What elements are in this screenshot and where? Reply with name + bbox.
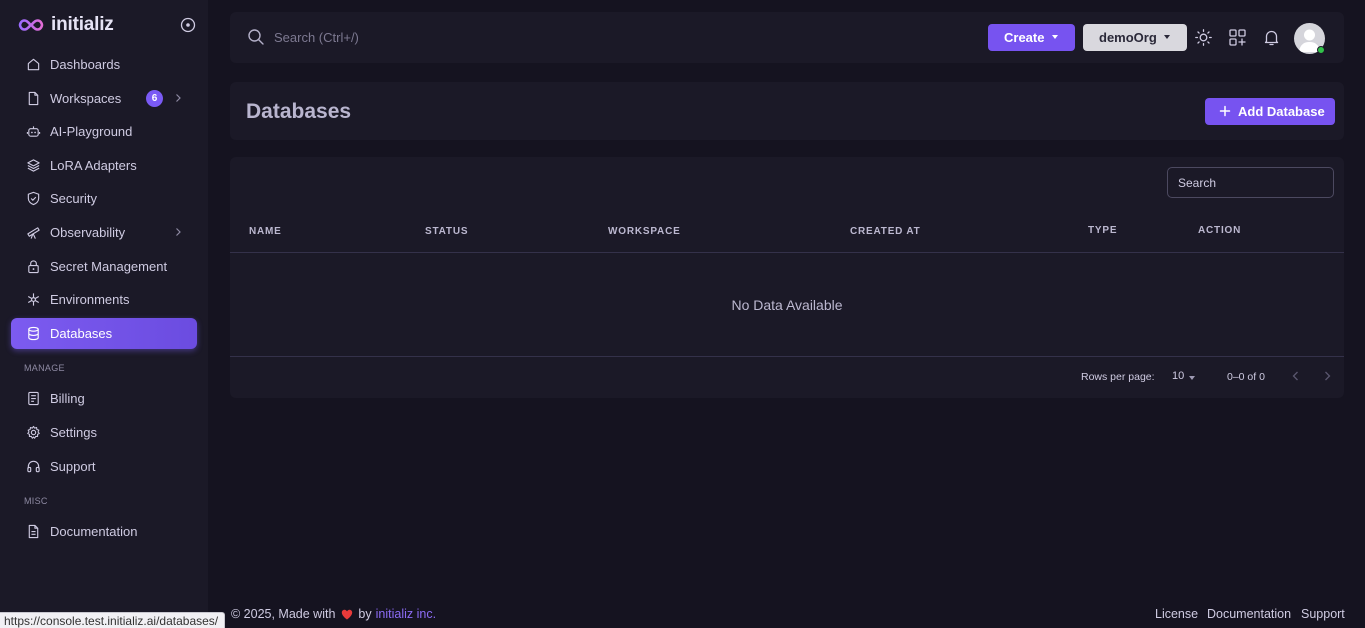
- column-header-status[interactable]: STATUS: [425, 226, 468, 237]
- footer-documentation-link[interactable]: Documentation: [1207, 607, 1291, 621]
- sidebar-item-secret-management[interactable]: Secret Management: [11, 251, 197, 282]
- section-title-misc: MISC: [24, 496, 48, 507]
- lock-icon: [25, 258, 41, 274]
- column-header-action: ACTION: [1198, 225, 1242, 236]
- chevron-right-icon[interactable]: [1321, 370, 1333, 382]
- brand-name: initializ: [51, 14, 114, 35]
- pagination-range: 0–0 of 0: [1227, 371, 1265, 383]
- footer-copyright: © 2025, Made with by initializ inc.: [231, 607, 436, 621]
- sidebar-item-databases[interactable]: Databases: [11, 317, 197, 349]
- page-title: Databases: [246, 100, 352, 123]
- sidebar-item-label: Support: [50, 458, 96, 474]
- rows-per-page-label: Rows per page:: [1081, 371, 1155, 383]
- workspaces-count-badge: 6: [146, 89, 163, 107]
- sidebar-item-security[interactable]: Security: [11, 183, 197, 214]
- apps-icon[interactable]: [1228, 28, 1247, 47]
- bell-icon[interactable]: [1262, 28, 1281, 47]
- sidebar-item-settings[interactable]: Settings: [11, 417, 197, 448]
- footer-divider: [230, 356, 1344, 357]
- chevron-left-icon[interactable]: [1290, 370, 1302, 382]
- caret-down-icon: [1052, 35, 1058, 39]
- robot-icon: [25, 124, 41, 140]
- layers-icon: [25, 157, 41, 173]
- sidebar: initializ Dashboards Workspaces 6 AI-Pla…: [0, 0, 208, 628]
- sidebar-item-label: Dashboards: [50, 57, 121, 72]
- database-icon: [25, 325, 41, 341]
- create-button-label: Create: [1004, 30, 1045, 45]
- home-icon: [25, 57, 41, 73]
- chevron-right-icon: [176, 228, 181, 236]
- org-selector-label: demoOrg: [1099, 30, 1157, 45]
- sidebar-item-ai-playground[interactable]: AI-Playground: [11, 116, 197, 147]
- footer-license-link[interactable]: License: [1155, 607, 1198, 621]
- sidebar-item-label: LoRA Adapters: [50, 157, 137, 173]
- table-search-placeholder: Search: [1178, 175, 1217, 190]
- sidebar-item-label: AI-Playground: [50, 124, 133, 140]
- sidebar-item-billing[interactable]: Billing: [11, 383, 197, 414]
- sidebar-item-workspaces[interactable]: Workspaces 6: [11, 83, 197, 114]
- sidebar-item-dashboards[interactable]: Dashboards: [11, 49, 197, 80]
- brand[interactable]: initializ: [18, 13, 114, 37]
- sidebar-item-label: Databases: [50, 325, 113, 341]
- sidebar-item-documentation[interactable]: Documentation: [11, 516, 197, 547]
- footer-support-link[interactable]: Support: [1301, 607, 1345, 621]
- file-icon: [25, 90, 41, 106]
- online-status-dot: [1317, 46, 1325, 54]
- chevron-right-icon: [176, 93, 181, 102]
- sidebar-item-label: Settings: [50, 424, 97, 440]
- sidebar-item-label: Workspaces: [50, 90, 122, 106]
- sidebar-item-label: Documentation: [50, 524, 138, 540]
- sun-icon[interactable]: [1194, 28, 1213, 47]
- snowflake-icon: [25, 292, 41, 308]
- section-title-manage: MANAGE: [24, 363, 65, 374]
- sidebar-item-support[interactable]: Support: [11, 451, 197, 482]
- databases-table: Search NAME STATUS WORKSPACE CREATED AT …: [230, 157, 1344, 398]
- sidebar-toggle-icon[interactable]: [180, 17, 196, 33]
- sidebar-item-label: Observability: [50, 224, 126, 240]
- empty-state-text: No Data Available: [731, 297, 843, 313]
- top-bar: Search (Ctrl+/) Create demoOrg: [230, 12, 1344, 63]
- sidebar-item-observability[interactable]: Observability: [11, 217, 197, 248]
- sidebar-nav: Dashboards Workspaces 6 AI-Playground Lo…: [11, 49, 197, 550]
- caret-down-icon: [1164, 35, 1170, 39]
- rows-per-page-select[interactable]: 10: [1172, 370, 1184, 382]
- plus-icon: [1219, 105, 1231, 117]
- global-search-input[interactable]: Search (Ctrl+/): [274, 30, 359, 45]
- sidebar-item-environments[interactable]: Environments: [11, 284, 197, 315]
- column-header-created-at[interactable]: CREATED AT: [850, 226, 921, 237]
- telescope-icon: [25, 224, 41, 240]
- sidebar-item-label: Billing: [50, 391, 85, 407]
- sidebar-item-lora-adapters[interactable]: LoRA Adapters: [11, 150, 197, 181]
- create-button[interactable]: Create: [988, 24, 1075, 51]
- add-database-label: Add Database: [1238, 104, 1325, 119]
- receipt-icon: [25, 391, 41, 407]
- infinity-logo-icon: [18, 19, 44, 31]
- column-header-type[interactable]: TYPE: [1088, 225, 1117, 236]
- column-header-name[interactable]: NAME: [249, 226, 282, 237]
- headphones-icon: [25, 458, 41, 474]
- table-search-input[interactable]: Search: [1167, 167, 1334, 198]
- header-divider: [230, 252, 1344, 253]
- search-icon[interactable]: [247, 28, 265, 46]
- page-header: Databases Add Database: [230, 82, 1344, 140]
- copyright-text: © 2025, Made with: [231, 607, 336, 621]
- shield-icon: [25, 191, 41, 207]
- add-database-button[interactable]: Add Database: [1205, 98, 1335, 125]
- sidebar-item-label: Security: [50, 191, 97, 207]
- document-icon: [25, 524, 41, 540]
- browser-status-url: https://console.test.initializ.ai/databa…: [0, 612, 226, 628]
- sidebar-item-label: Environments: [50, 292, 130, 308]
- footer-by-text: by: [358, 607, 372, 621]
- org-selector-button[interactable]: demoOrg: [1083, 24, 1187, 51]
- column-header-workspace[interactable]: WORKSPACE: [608, 226, 681, 237]
- sidebar-item-label: Secret Management: [50, 258, 168, 274]
- heart-icon: [342, 609, 353, 619]
- caret-down-icon[interactable]: [1189, 376, 1195, 380]
- company-link[interactable]: initializ inc.: [376, 607, 436, 621]
- gear-icon: [25, 424, 41, 440]
